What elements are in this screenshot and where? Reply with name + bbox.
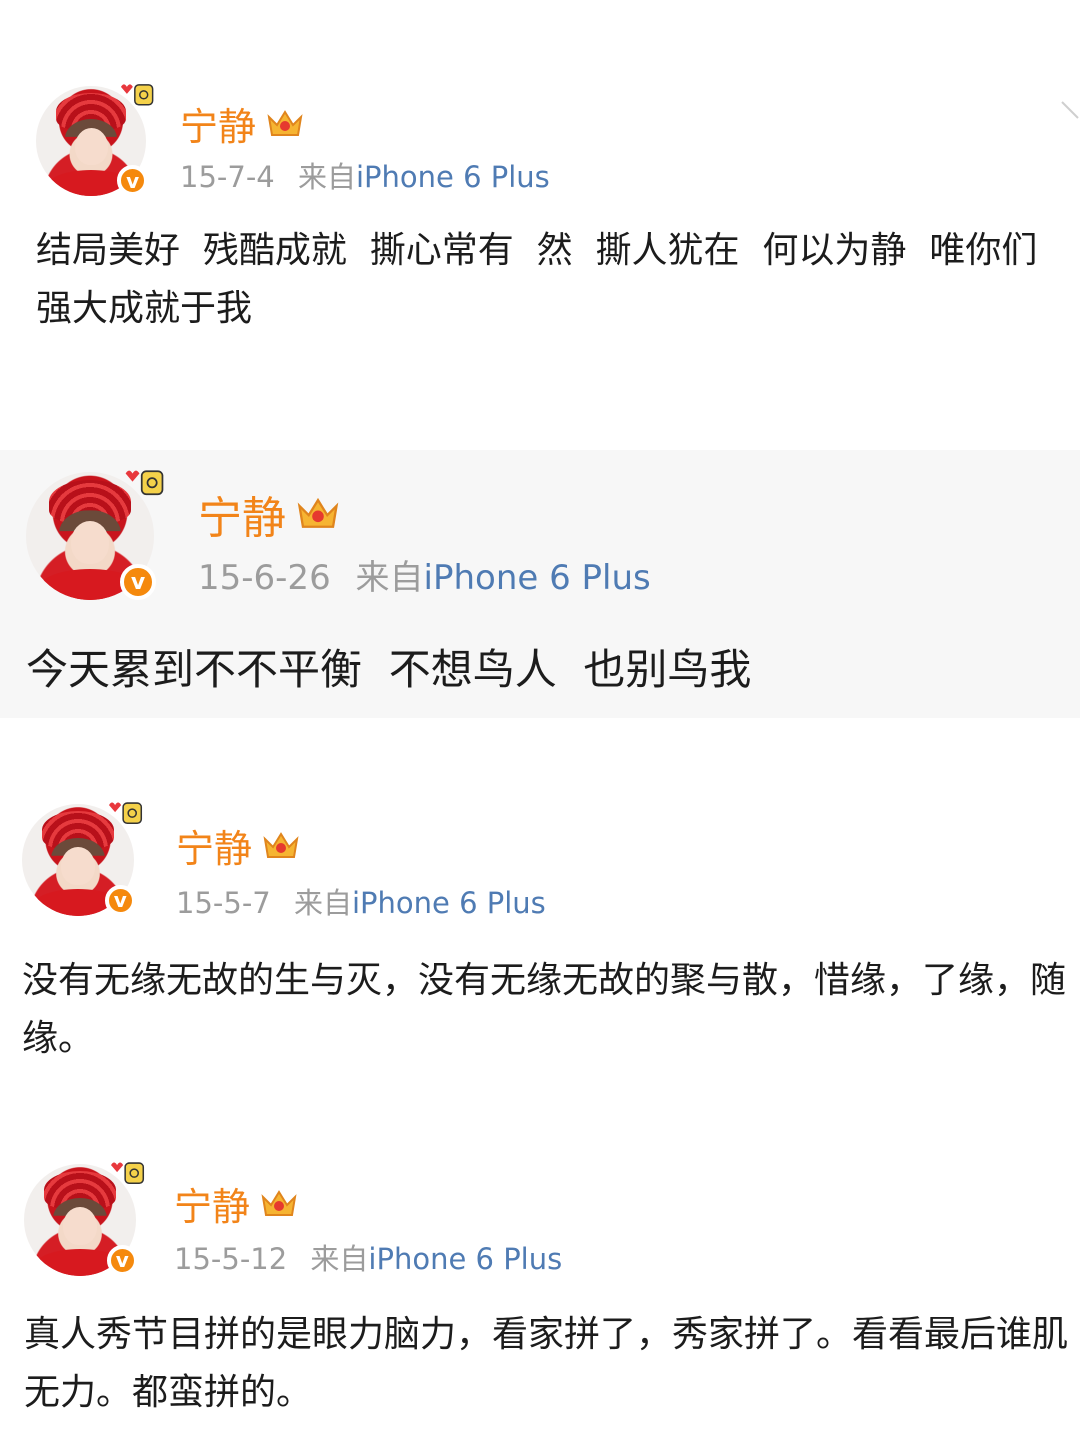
crown-icon <box>297 497 339 528</box>
perfume-heart-icon <box>110 1162 144 1185</box>
post-text[interactable]: 今天累到不不平衡 不想鸟人 也别鸟我 <box>26 636 1066 703</box>
verified-badge-icon: v <box>104 884 136 916</box>
post-date: 15-5-12 <box>174 1242 288 1276</box>
from-label: 来自 <box>297 160 356 194</box>
post-author-name[interactable]: 宁静 <box>198 482 286 546</box>
avatar[interactable]: v <box>26 470 164 600</box>
perfume-heart-icon <box>108 802 142 825</box>
feed-post[interactable]: v 宁静 15-6-26 来自iPhone 6 Plus 今天累到不不平衡 不想… <box>0 450 1080 718</box>
verified-badge-icon: v <box>117 165 148 196</box>
post-source[interactable]: iPhone 6 Plus <box>352 886 546 920</box>
verified-badge-icon: v <box>106 1244 138 1276</box>
post-date: 15-7-4 <box>180 160 275 194</box>
crown-icon <box>263 831 299 858</box>
post-source[interactable]: iPhone 6 Plus <box>424 558 651 598</box>
feed-post[interactable]: v 宁静 15-7-4 来自iPhone 6 Plus 结局美好 残酷成就 撕心… <box>0 0 1080 430</box>
post-source[interactable]: iPhone 6 Plus <box>368 1242 562 1276</box>
perfume-heart-icon <box>125 470 164 495</box>
post-date: 15-5-7 <box>176 886 271 920</box>
post-text[interactable]: 结局美好 残酷成就 撕心常有 然 撕人犹在 何以为静 唯你们强大成就于我 <box>36 222 1066 337</box>
from-label: 来自 <box>310 1242 369 1276</box>
perfume-heart-icon <box>121 84 154 106</box>
post-author-name[interactable]: 宁静 <box>180 96 256 151</box>
post-text[interactable]: 真人秀节目拼的是眼力脑力，看家拼了，秀家拼了。看看最后谁肌无力。都蛮拼的。 <box>24 1306 1074 1421</box>
avatar[interactable]: v <box>36 84 154 196</box>
feed-post[interactable]: v 宁静 15-5-7 来自iPhone 6 Plus 没有无缘无故的生与灭，没… <box>0 780 1080 1110</box>
post-source[interactable]: iPhone 6 Plus <box>356 160 550 194</box>
post-text[interactable]: 没有无缘无故的生与灭，没有无缘无故的聚与散，惜缘，了缘，随缘。 <box>22 952 1072 1067</box>
from-label: 来自 <box>293 886 352 920</box>
post-author-name[interactable]: 宁静 <box>174 1176 250 1231</box>
post-date: 15-6-26 <box>198 558 331 598</box>
crown-icon <box>261 1189 297 1216</box>
avatar[interactable]: v <box>22 802 142 916</box>
feed-post[interactable]: v 宁静 15-5-12 来自iPhone 6 Plus 真人秀节目拼的是眼力脑… <box>0 1140 1080 1439</box>
crown-icon <box>267 109 303 136</box>
from-label: 来自 <box>355 558 424 598</box>
post-author-name[interactable]: 宁静 <box>176 818 252 873</box>
avatar[interactable]: v <box>24 1162 144 1276</box>
verified-badge-icon: v <box>120 564 156 600</box>
